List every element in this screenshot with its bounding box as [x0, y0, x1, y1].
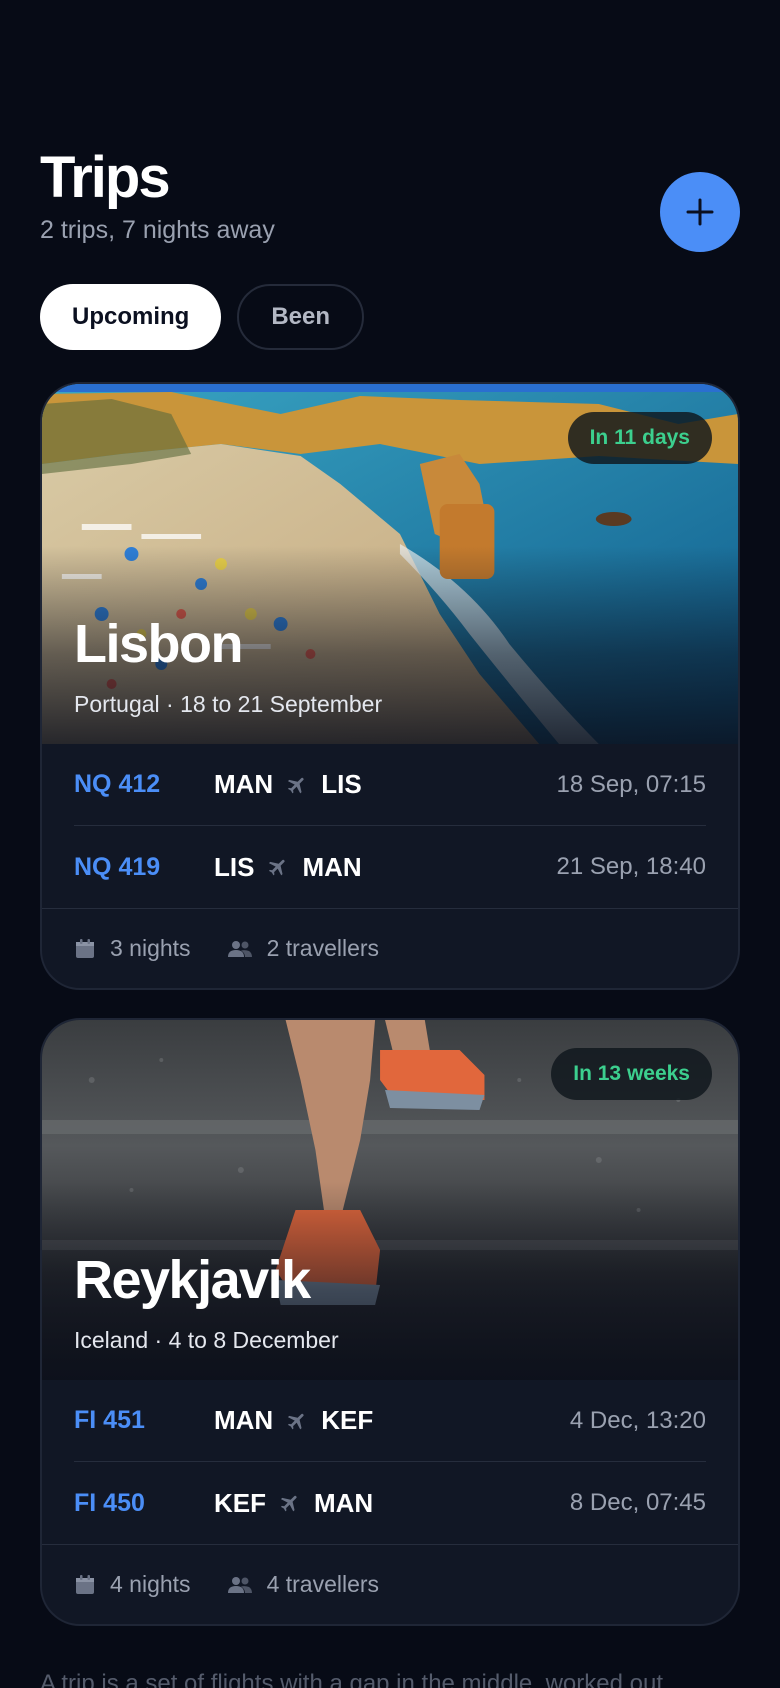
header: Trips 2 trips, 7 nights away [40, 146, 740, 256]
travellers-meta: 2 travellers [227, 935, 379, 962]
nights-count: 4 nights [110, 1571, 191, 1597]
travellers-meta: 4 travellers [227, 1571, 379, 1598]
people-icon [227, 1576, 252, 1593]
trip-dates: Iceland · 4 to 8 December [74, 1327, 339, 1353]
trip-footer: 3 nights 2 travellers [42, 908, 738, 988]
flight-row[interactable]: NQ 412 MAN LIS 18 Sep, 07:15 [74, 744, 706, 826]
trips-screen: Trips 2 trips, 7 nights away Upcoming Be… [0, 0, 780, 1688]
flight-number: FI 451 [74, 1406, 145, 1434]
plane-icon [264, 853, 292, 881]
flight-time: 18 Sep, 07:15 [556, 770, 706, 798]
trip-card-lisbon[interactable]: In 11 days Lisbon Portugal · 18 to 21 Se… [40, 382, 740, 990]
origin-code: KEF [214, 1487, 266, 1518]
nights-count: 3 nights [110, 935, 191, 961]
destination-code: MAN [302, 851, 362, 882]
flight-number: NQ 412 [74, 770, 161, 798]
countdown-badge: In 13 weeks [551, 1048, 712, 1100]
flight-route: MAN LIS [214, 769, 362, 800]
trip-dates: Portugal · 18 to 21 September [74, 691, 383, 717]
trip-city: Reykjavik [74, 1250, 311, 1310]
flight-row[interactable]: FI 451 MAN KEF 4 Dec, 13:20 [74, 1380, 706, 1462]
origin-code: LIS [214, 851, 255, 882]
tab-upcoming[interactable]: Upcoming [40, 284, 222, 350]
destination-code: LIS [321, 769, 362, 799]
footnote: A trip is a set of flights with a gap in… [40, 1670, 663, 1688]
page-subtitle: 2 trips, 7 nights away [40, 216, 275, 244]
destination-code: MAN [314, 1487, 374, 1518]
flight-route: LIS MAN [214, 852, 362, 883]
flight-time: 8 Dec, 07:45 [569, 1489, 706, 1516]
countdown-badge: In 11 days [567, 412, 712, 464]
add-trip-button[interactable] [660, 172, 740, 252]
origin-code: MAN [214, 769, 274, 799]
flight-list: FI 451 MAN KEF 4 Dec, 13:20 FI 450 KEF M… [42, 1380, 738, 1544]
tab-been[interactable]: Been [237, 284, 365, 350]
plus-icon [686, 198, 714, 226]
trip-card-reykjavik[interactable]: In 13 weeks Reykjavik Iceland · 4 to 8 D… [40, 1018, 740, 1626]
trip-city: Lisbon [74, 614, 243, 674]
trip-hero: In 11 days Lisbon Portugal · 18 to 21 Se… [42, 384, 738, 744]
destination-code: KEF [321, 1405, 374, 1435]
travellers-count: 2 travellers [266, 935, 380, 961]
flight-number: FI 450 [74, 1488, 145, 1517]
flight-list: NQ 412 MAN LIS 18 Sep, 07:15 NQ 419 LIS [42, 744, 738, 908]
flight-row[interactable]: NQ 419 LIS MAN 21 Sep, 18:40 [74, 826, 706, 908]
flight-time: 4 Dec, 13:20 [569, 1406, 706, 1434]
flight-number: NQ 419 [74, 852, 161, 881]
travellers-count: 4 travellers [266, 1571, 380, 1597]
flight-time: 21 Sep, 18:40 [556, 853, 706, 880]
nights-meta: 4 nights [74, 1571, 191, 1598]
page-title: Trips [40, 145, 171, 210]
flight-row[interactable]: FI 450 KEF MAN 8 Dec, 07:45 [74, 1462, 706, 1544]
flight-route: KEF MAN [214, 1488, 373, 1519]
trip-filter-tabs: Upcoming Been [40, 284, 365, 350]
nights-meta: 3 nights [74, 935, 191, 962]
calendar-icon [76, 1574, 94, 1594]
calendar-icon [76, 938, 94, 958]
plane-icon [283, 771, 311, 799]
plane-icon [276, 1489, 304, 1517]
trip-footer: 4 nights 4 travellers [42, 1544, 738, 1624]
flight-route: MAN KEF [214, 1405, 373, 1436]
trip-hero: In 13 weeks Reykjavik Iceland · 4 to 8 D… [42, 1020, 738, 1380]
people-icon [227, 940, 252, 957]
origin-code: MAN [214, 1405, 274, 1435]
plane-icon [283, 1407, 311, 1435]
